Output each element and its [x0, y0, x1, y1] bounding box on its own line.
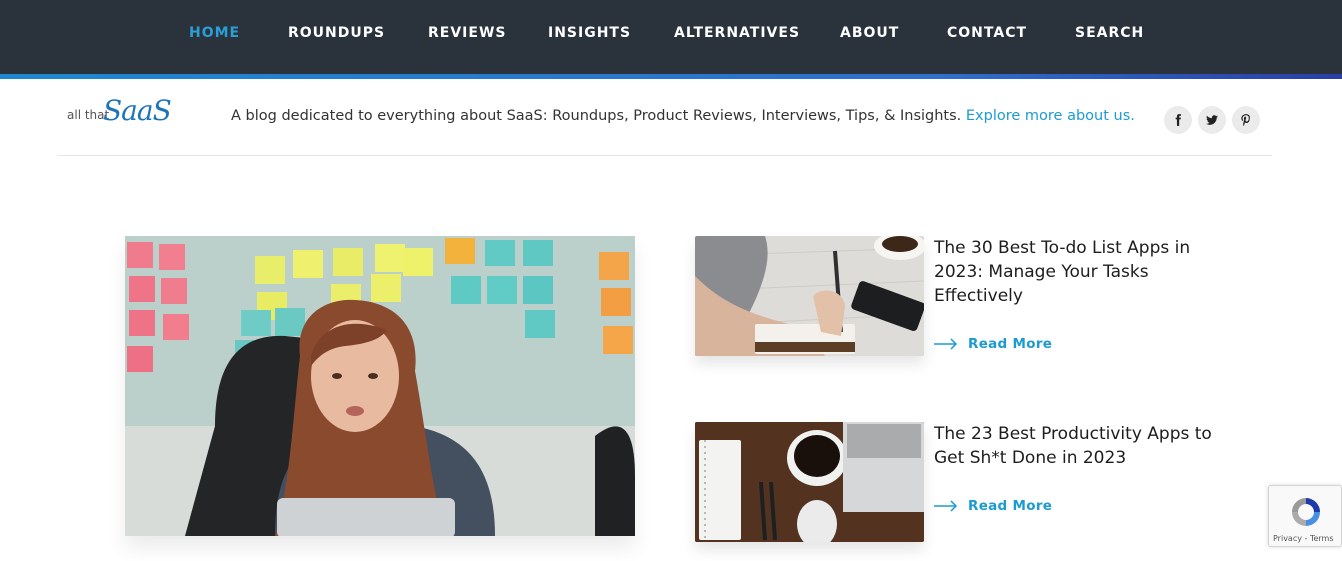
recaptcha-icon [1292, 498, 1320, 526]
post-thumbnail-photo [695, 236, 924, 356]
post-thumbnail[interactable] [695, 236, 924, 356]
nav-item-search[interactable]: SEARCH [1075, 24, 1144, 42]
recaptcha-badge[interactable]: Privacy - Terms [1268, 485, 1342, 547]
read-more-link[interactable]: Read More [934, 498, 1052, 514]
nav-item-home[interactable]: HOME [189, 24, 240, 42]
featured-post-image[interactable] [125, 236, 635, 536]
read-more-link[interactable]: Read More [934, 336, 1052, 352]
arrow-right-icon [934, 338, 958, 350]
accent-bar [0, 74, 1342, 79]
read-more-label: Read More [968, 336, 1053, 352]
facebook-icon[interactable] [1164, 106, 1192, 134]
read-more-label: Read More [968, 498, 1053, 514]
tagline-text: A blog dedicated to everything about Saa… [231, 108, 962, 124]
nav-item-contact[interactable]: CONTACT [947, 24, 1027, 42]
nav-item-roundups[interactable]: ROUNDUPS [288, 24, 385, 42]
post-thumbnail-photo [695, 422, 924, 542]
site-tagline: A blog dedicated to everything about Saa… [231, 108, 1135, 124]
nav-item-about[interactable]: ABOUT [840, 24, 899, 42]
explore-about-link[interactable]: Explore more about us. [966, 108, 1135, 124]
pinterest-icon[interactable] [1232, 106, 1260, 134]
nav-item-alternatives[interactable]: ALTERNATIVES [674, 24, 800, 42]
twitter-icon[interactable] [1198, 106, 1226, 134]
post-thumbnail[interactable] [695, 422, 924, 542]
nav-item-reviews[interactable]: REVIEWS [428, 24, 506, 42]
post-title[interactable]: The 23 Best Productivity Apps to Get Sh*… [934, 422, 1219, 470]
header-divider [57, 155, 1272, 156]
recaptcha-links[interactable]: Privacy - Terms [1273, 534, 1334, 543]
site-logo[interactable]: all that SaaS [65, 94, 172, 140]
logo-name: SaaS [103, 94, 172, 127]
post-title[interactable]: The 30 Best To-do List Apps in 2023: Man… [934, 236, 1219, 308]
featured-photo [125, 236, 635, 536]
arrow-right-icon [934, 500, 958, 512]
nav-item-insights[interactable]: INSIGHTS [548, 24, 631, 42]
top-navigation: HOME ROUNDUPS REVIEWS INSIGHTS ALTERNATI… [0, 0, 1342, 74]
